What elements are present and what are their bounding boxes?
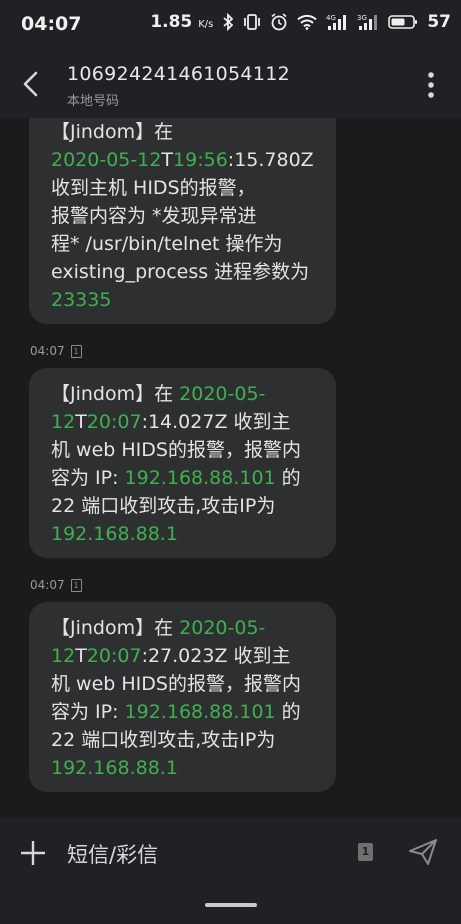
message-line: 192.168.88.1 (51, 754, 314, 782)
highlighted-text[interactable]: 2020-05-12 (51, 149, 161, 171)
conversation-header: 106924241461054112 本地号码 (0, 50, 461, 118)
message-text: 的 (275, 467, 301, 489)
message-text: :14.027Z 收到主 (141, 411, 291, 433)
composer-bar: 短信/彩信 1 (0, 818, 461, 890)
message-text: :15.780Z (227, 149, 314, 171)
message-text: 报警内容为 *发现异常进 (51, 205, 257, 227)
message-line: 22 端口收到攻击,攻击IP为 (51, 726, 314, 754)
message-timestamp: 04:07 1 (30, 578, 82, 592)
message-text: 容为 IP: (51, 701, 125, 723)
highlighted-text[interactable]: 20:07 (87, 645, 142, 667)
message-text: 【Jindom】在 (51, 121, 174, 143)
system-nav-bar (0, 890, 461, 924)
battery-level: 57 (427, 12, 451, 32)
sim-select-button[interactable]: 1 (358, 843, 373, 861)
message-line: 192.168.88.1 (51, 520, 314, 548)
message-line: 容为 IP: 192.168.88.101 的 (51, 464, 314, 492)
message-text: 程* /usr/bin/telnet 操作为 (51, 233, 283, 255)
message-text: 的 (275, 701, 301, 723)
highlighted-text[interactable]: 12 (51, 411, 75, 433)
message-text: existing_process 进程参数为 (51, 261, 310, 283)
battery-icon (388, 15, 418, 29)
message-text: T (75, 411, 87, 433)
message-text: 机 web HIDS的报警，报警内 (51, 439, 301, 461)
status-icons: 1.85 K/s 4G 3G 57 (150, 12, 451, 32)
message-text: 机 web HIDS的报警，报警内 (51, 673, 301, 695)
message-list[interactable]: 【Jindom】在 2020-05-12T19:56:15.780Z 收到主机 HI… (0, 118, 461, 818)
home-gesture-handle[interactable] (205, 903, 257, 907)
highlighted-text[interactable]: 23335 (51, 289, 111, 311)
message-line: 【Jindom】在 2020-05- (51, 614, 314, 642)
sim-card-icon: 1 (70, 344, 82, 358)
message-text: T (161, 149, 174, 171)
highlighted-text[interactable]: 192.168.88.1 (51, 757, 178, 779)
more-vert-icon[interactable] (427, 71, 435, 99)
message-line: 12T20:07:27.023Z 收到主 (51, 642, 314, 670)
message-line: 23335 (51, 286, 314, 314)
highlighted-text[interactable]: 192.168.88.101 (125, 701, 276, 723)
sender-subtitle: 本地号码 (67, 94, 120, 109)
message-line: 报警内容为 *发现异常进 (51, 202, 314, 230)
signal-3g-icon: 3G (357, 14, 378, 30)
message-line: 程* /usr/bin/telnet 操作为 (51, 230, 314, 258)
message-bubble[interactable]: 【Jindom】在 2020-05- 12T20:07:27.023Z 收到主机 … (29, 602, 336, 792)
network-speed-unit: K/s (198, 19, 214, 30)
sim-card-icon: 1 (70, 578, 82, 592)
message-input[interactable]: 短信/彩信 (67, 839, 158, 869)
message-line: 【Jindom】在 (51, 118, 314, 146)
message-line: 2020-05-12T19:56:15.780Z (51, 146, 314, 174)
highlighted-text[interactable]: 19:56 (173, 149, 228, 171)
message-line: existing_process 进程参数为 (51, 258, 314, 286)
highlighted-text[interactable]: 2020-05- (179, 383, 265, 405)
message-line: 收到主机 HIDS的报警， (51, 174, 314, 202)
timestamp-text: 04:07 (30, 344, 65, 358)
back-arrow-icon[interactable] (14, 67, 48, 101)
message-line: 12T20:07:14.027Z 收到主 (51, 408, 314, 436)
message-line: 容为 IP: 192.168.88.101 的 (51, 698, 314, 726)
add-icon[interactable] (20, 840, 46, 866)
timestamp-text: 04:07 (30, 578, 65, 592)
message-bubble[interactable]: 【Jindom】在 2020-05- 12T20:07:14.027Z 收到主机 … (29, 368, 336, 558)
highlighted-text[interactable]: 12 (51, 645, 75, 667)
highlighted-text[interactable]: 192.168.88.101 (125, 467, 276, 489)
network-speed: 1.85 K/s (150, 12, 213, 32)
svg-text:4G: 4G (326, 14, 336, 22)
send-icon[interactable] (408, 838, 438, 866)
alarm-icon (271, 13, 287, 31)
message-line: 【Jindom】在 2020-05- (51, 380, 314, 408)
highlighted-text[interactable]: 2020-05- (179, 617, 265, 639)
message-text: 收到主机 HIDS的报警， (51, 177, 256, 199)
message-timestamp: 04:07 1 (30, 344, 82, 358)
sender-number: 106924241461054112 (67, 63, 290, 85)
message-line: 22 端口收到攻击,攻击IP为 (51, 492, 314, 520)
highlighted-text[interactable]: 192.168.88.1 (51, 523, 178, 545)
status-bar: 04:07 1.85 K/s 4G 3G 57 (0, 0, 461, 50)
message-line: 机 web HIDS的报警，报警内 (51, 436, 314, 464)
message-bubble[interactable]: 【Jindom】在 2020-05-12T19:56:15.780Z 收到主机 HI… (29, 118, 336, 324)
vibrate-icon (244, 14, 261, 30)
message-text: :27.023Z 收到主 (141, 645, 291, 667)
message-text: 【Jindom】在 (51, 617, 180, 639)
wifi-icon (297, 14, 318, 30)
svg-text:3G: 3G (357, 14, 367, 22)
message-text: 【Jindom】在 (51, 383, 180, 405)
bluetooth-icon (223, 13, 234, 31)
message-text: 22 端口收到攻击,攻击IP为 (51, 495, 276, 517)
message-line: 机 web HIDS的报警，报警内 (51, 670, 314, 698)
message-text: 22 端口收到攻击,攻击IP为 (51, 729, 276, 751)
status-time: 04:07 (21, 13, 82, 35)
network-speed-value: 1.85 (150, 12, 193, 32)
highlighted-text[interactable]: 20:07 (87, 411, 142, 433)
message-text: 容为 IP: (51, 467, 125, 489)
signal-4g-icon: 4G (326, 14, 347, 30)
message-text: T (75, 645, 87, 667)
